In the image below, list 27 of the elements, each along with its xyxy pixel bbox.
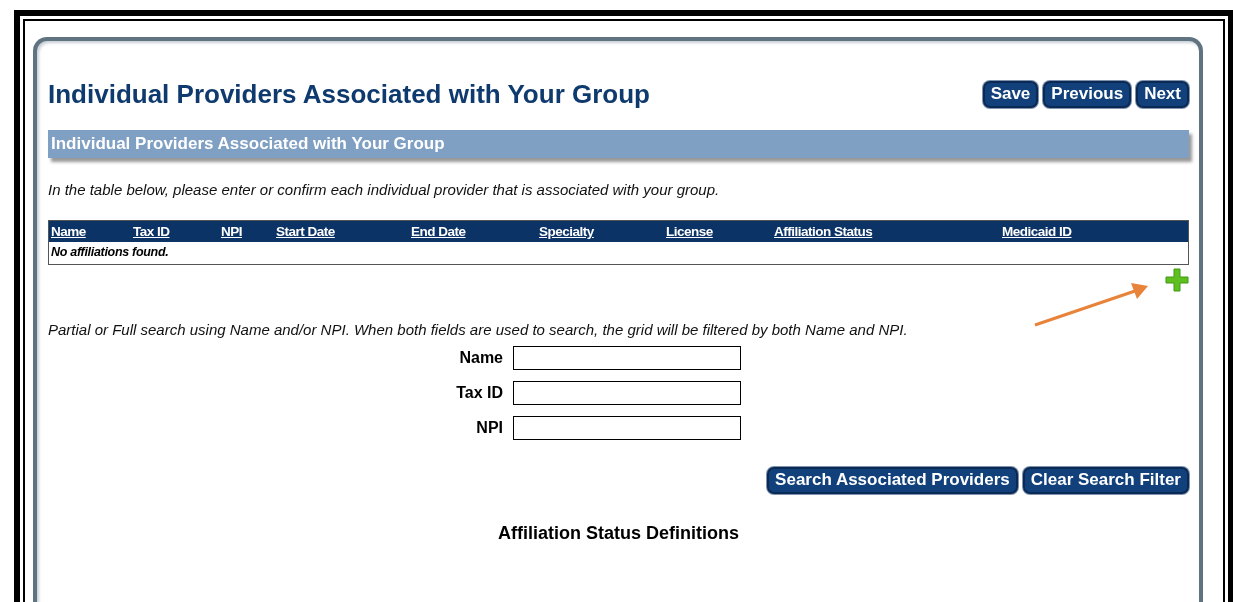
field-label: NPI bbox=[476, 419, 503, 437]
section-header: Individual Providers Associated with Your Group bbox=[48, 130, 1189, 158]
column-header[interactable]: Medicaid ID bbox=[1002, 224, 1072, 239]
search-button[interactable]: Clear Search Filter bbox=[1022, 467, 1189, 494]
page-title: Individual Providers Associated with Your Group bbox=[48, 79, 650, 110]
column-header[interactable]: Affiliation Status bbox=[774, 224, 873, 239]
field-label: Tax ID bbox=[456, 384, 503, 402]
column-header[interactable]: Start Date bbox=[276, 224, 335, 239]
input-field[interactable] bbox=[513, 416, 741, 440]
search-button[interactable]: Search Associated Providers bbox=[767, 467, 1018, 494]
search-hint: Partial or Full search using Name and/or NPI. When both fields are used to search, the grid will be filtered by both Name and NPI. bbox=[48, 321, 909, 338]
empty-message: No affiliations found. bbox=[50, 244, 170, 261]
add-icon[interactable] bbox=[1165, 268, 1189, 292]
nav-button[interactable]: Previous bbox=[1043, 81, 1132, 108]
nav-button[interactable]: Next bbox=[1136, 81, 1189, 108]
column-header[interactable]: License bbox=[666, 224, 713, 239]
input-field[interactable] bbox=[513, 381, 741, 405]
input-field[interactable] bbox=[513, 346, 741, 370]
column-header[interactable]: End Date bbox=[411, 224, 466, 239]
column-header[interactable]: NPI bbox=[221, 224, 242, 239]
instruction-text: In the table below, please enter or confirm each individual provider that is associated with your group. bbox=[48, 181, 721, 198]
column-header[interactable]: Specialty bbox=[539, 224, 594, 239]
definitions-title: Affiliation Status Definitions bbox=[497, 523, 740, 544]
column-header[interactable]: Tax ID bbox=[133, 224, 170, 239]
nav-button[interactable]: Save bbox=[982, 81, 1039, 108]
field-label: Name bbox=[459, 349, 503, 367]
column-header[interactable]: Name bbox=[51, 224, 86, 239]
